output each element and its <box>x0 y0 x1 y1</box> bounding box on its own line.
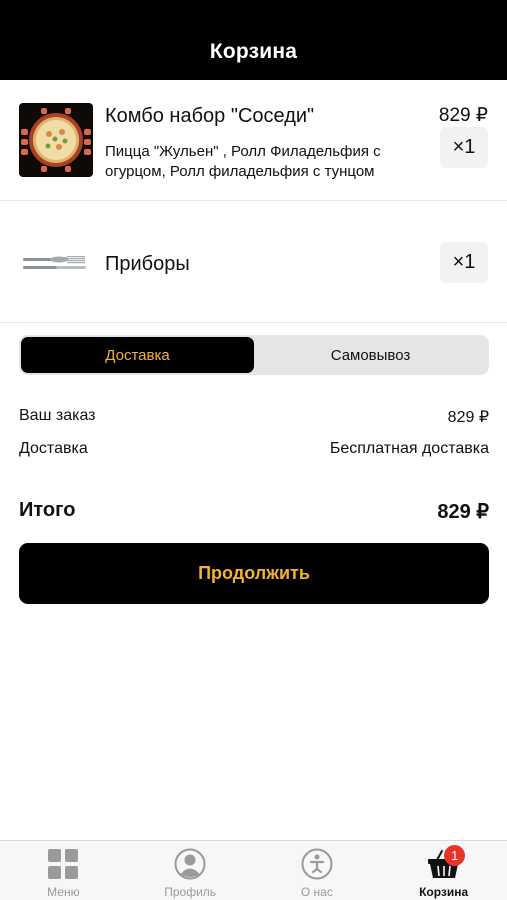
cart-item-price: 829 ₽ <box>438 105 488 126</box>
delivery-option-button[interactable]: Доставка <box>21 337 254 373</box>
cart-item-cutlery[interactable]: Приборы ×1 <box>0 201 507 323</box>
profile-icon <box>173 847 207 881</box>
tab-menu[interactable]: Меню <box>0 841 127 900</box>
pickup-option-button[interactable]: Самовывоз <box>254 337 487 373</box>
tab-cart[interactable]: 1 Корзина <box>380 841 507 900</box>
quantity-button[interactable]: ×1 <box>440 242 488 283</box>
info-icon <box>300 847 334 881</box>
cart-item-description: Пицца "Жульен" , Ролл Филадельфия с огур… <box>105 143 381 180</box>
cutlery-image <box>19 225 93 299</box>
total-value: 829 ₽ <box>437 501 489 523</box>
cart-item-name: Комбо набор "Соседи" <box>105 105 315 127</box>
grid-icon <box>46 847 80 881</box>
combo-product-image <box>19 103 93 177</box>
delivery-value: Бесплатная доставка <box>329 440 489 457</box>
tab-label: Профиль <box>164 885 217 899</box>
tab-bar: Меню Профиль О нас 1 Корзина <box>0 840 507 900</box>
delivery-label: Доставка <box>19 440 88 457</box>
order-summary-row: Ваш заказ 829 ₽ <box>19 407 489 427</box>
delivery-method-toggle[interactable]: Доставка Самовывоз <box>19 335 489 375</box>
cart-count-badge: 1 <box>444 845 466 866</box>
quantity-button[interactable]: ×1 <box>440 127 488 168</box>
cart-item-combo[interactable]: Комбо набор "Соседи" Пицца "Жульен" , Ро… <box>0 80 507 201</box>
tab-profile[interactable]: Профиль <box>127 841 254 900</box>
tab-label: Меню <box>47 885 80 899</box>
continue-button[interactable]: Продолжить <box>19 543 489 604</box>
cart-item-name: Приборы <box>105 253 190 275</box>
tab-about[interactable]: О нас <box>254 841 381 900</box>
tab-label: Корзина <box>419 885 469 899</box>
order-value: 829 ₽ <box>447 409 489 426</box>
page-title: Корзина <box>209 40 298 63</box>
delivery-summary-row: Доставка Бесплатная доставка <box>19 440 489 458</box>
header: Корзина <box>0 0 507 80</box>
total-row: Итого 829 ₽ <box>19 499 489 524</box>
tab-label: О нас <box>300 885 333 899</box>
order-label: Ваш заказ <box>19 407 96 424</box>
total-label: Итого <box>19 499 76 521</box>
